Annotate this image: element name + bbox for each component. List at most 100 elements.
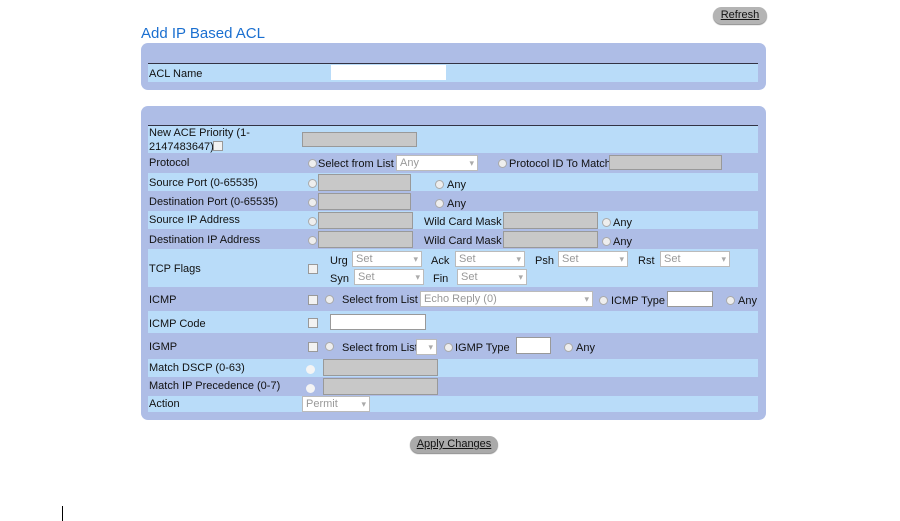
any-label: Any (613, 217, 632, 229)
margin-marker (62, 506, 63, 521)
precedence-label: Match IP Precedence (0-7) (149, 380, 281, 392)
page-title: Add IP Based ACL (141, 25, 265, 42)
precedence-input[interactable] (323, 378, 438, 395)
protocol-label: Protocol (149, 157, 190, 169)
icmp-code-input[interactable] (330, 314, 426, 330)
source-port-row: Source Port (0-65535) Any (148, 173, 758, 191)
any-label: Any (447, 198, 466, 210)
tcp-flags-label: TCP Flags (149, 263, 201, 275)
source-ip-any-radio[interactable] (602, 218, 611, 227)
urg-select[interactable]: Set (352, 251, 422, 267)
dest-ip-row: Destination IP Address Wild Card Mask An… (148, 230, 758, 248)
any-label: Any (576, 342, 595, 354)
icmp-type-label: ICMP Type (611, 295, 666, 307)
source-ip-input[interactable] (318, 212, 413, 229)
igmp-type-input[interactable] (516, 337, 551, 354)
syn-label: Syn (330, 273, 349, 285)
select-from-list-label: Select from List (342, 294, 418, 306)
dscp-row: Match DSCP (0-63) (148, 359, 758, 377)
dest-port-radio[interactable] (308, 198, 317, 207)
rst-label: Rst (638, 255, 655, 267)
fin-label: Fin (433, 273, 449, 285)
priority-input[interactable] (302, 132, 417, 147)
dest-ip-label: Destination IP Address (149, 234, 261, 246)
icmp-select[interactable]: Echo Reply (0) (420, 291, 593, 307)
source-ip-label: Source IP Address (149, 214, 240, 226)
source-ip-radio[interactable] (308, 217, 317, 226)
acl-name-row: ACL Name (148, 64, 758, 82)
dest-ip-input[interactable] (318, 231, 413, 248)
priority-row: New ACE Priority (1- 2147483647) (148, 126, 758, 153)
ack-select[interactable]: Set (455, 251, 525, 267)
priority-checkbox[interactable] (213, 141, 223, 151)
icmp-code-label: ICMP Code (149, 318, 206, 330)
icmp-select-radio[interactable] (325, 295, 334, 304)
fin-select[interactable]: Set (457, 269, 527, 285)
icmp-type-input[interactable] (667, 291, 713, 307)
protocol-row: Protocol Select from List Any Protocol I… (148, 154, 758, 172)
dscp-input[interactable] (323, 359, 438, 376)
icmp-code-checkbox[interactable] (308, 318, 318, 328)
icmp-any-radio[interactable] (726, 296, 735, 305)
dest-ip-radio[interactable] (308, 236, 317, 245)
wildcard-label: Wild Card Mask (424, 235, 502, 247)
icmp-row: ICMP Select from List Echo Reply (0) ICM… (148, 288, 758, 310)
igmp-select[interactable] (416, 339, 437, 355)
psh-select[interactable]: Set (558, 251, 628, 267)
priority-label-range: 2147483647) (149, 141, 214, 153)
select-from-list-label: Select from List (318, 158, 394, 170)
action-select[interactable]: Permit (302, 396, 370, 412)
priority-label: New ACE Priority (1- (149, 127, 250, 139)
protocol-id-input[interactable] (609, 155, 722, 170)
source-wildcard-input[interactable] (503, 212, 598, 229)
dscp-radio[interactable] (306, 365, 315, 374)
source-port-label: Source Port (0-65535) (149, 177, 258, 189)
source-ip-row: Source IP Address Wild Card Mask Any (148, 211, 758, 229)
igmp-select-radio[interactable] (325, 342, 334, 351)
source-port-radio[interactable] (308, 179, 317, 188)
select-from-list-label: Select from List (342, 342, 418, 354)
precedence-radio[interactable] (306, 384, 315, 393)
tcp-flags-row: TCP Flags Urg Set Ack Set Psh Set Rst Se… (148, 249, 758, 287)
dest-port-row: Destination Port (0-65535) Any (148, 192, 758, 210)
wildcard-label: Wild Card Mask (424, 216, 502, 228)
apply-changes-button[interactable]: Apply Changes (410, 436, 498, 453)
icmp-checkbox[interactable] (308, 295, 318, 305)
dest-port-label: Destination Port (0-65535) (149, 196, 279, 208)
igmp-any-radio[interactable] (564, 343, 573, 352)
dscp-label: Match DSCP (0-63) (149, 362, 245, 374)
igmp-type-radio[interactable] (444, 343, 453, 352)
refresh-button[interactable]: Refresh (713, 7, 767, 24)
source-port-any-radio[interactable] (435, 180, 444, 189)
igmp-label: IGMP (149, 341, 178, 353)
tcp-flags-checkbox[interactable] (308, 264, 318, 274)
precedence-row: Match IP Precedence (0-7) (148, 378, 758, 395)
dest-port-input[interactable] (318, 193, 411, 210)
any-label: Any (613, 236, 632, 248)
igmp-checkbox[interactable] (308, 342, 318, 352)
dest-port-any-radio[interactable] (435, 199, 444, 208)
icmp-label: ICMP (149, 294, 177, 306)
igmp-row: IGMP Select from List IGMP Type Any (148, 334, 758, 358)
source-port-input[interactable] (318, 174, 411, 191)
action-label: Action (149, 398, 180, 410)
icmp-code-row: ICMP Code (148, 311, 758, 333)
ack-label: Ack (431, 255, 450, 267)
protocol-select-radio[interactable] (308, 159, 317, 168)
icmp-type-radio[interactable] (599, 296, 608, 305)
dest-wildcard-input[interactable] (503, 231, 598, 248)
igmp-type-label: IGMP Type (455, 342, 510, 354)
action-row: Action Permit (148, 396, 758, 412)
acl-name-input[interactable] (331, 65, 446, 80)
protocol-id-radio[interactable] (498, 159, 507, 168)
acl-name-label: ACL Name (149, 68, 203, 80)
syn-select[interactable]: Set (354, 269, 424, 285)
protocol-id-label: Protocol ID To Match (509, 158, 611, 170)
psh-label: Psh (535, 255, 554, 267)
rst-select[interactable]: Set (660, 251, 730, 267)
any-label: Any (738, 295, 757, 307)
protocol-select[interactable]: Any (396, 155, 478, 171)
any-label: Any (447, 179, 466, 191)
dest-ip-any-radio[interactable] (602, 237, 611, 246)
urg-label: Urg (330, 255, 348, 267)
